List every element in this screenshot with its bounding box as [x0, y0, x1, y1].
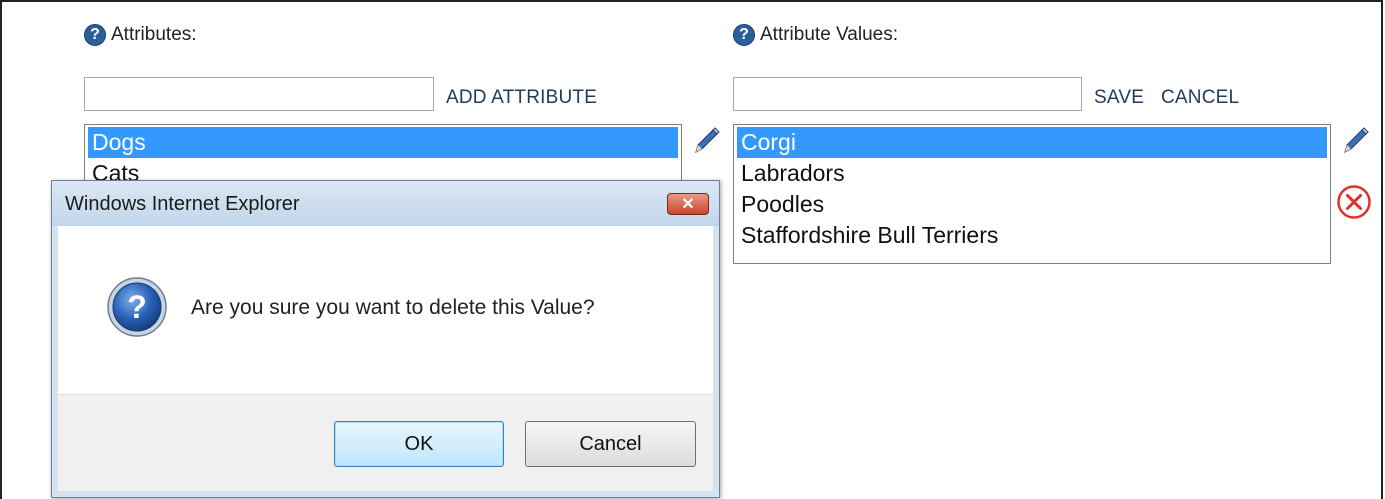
help-icon[interactable]: ?: [733, 24, 755, 46]
ok-button[interactable]: OK: [334, 421, 504, 467]
save-button[interactable]: SAVE: [1094, 87, 1144, 109]
attribute-values-header-label: Attribute Values:: [760, 24, 899, 45]
list-item[interactable]: Staffordshire Bull Terriers: [737, 220, 1327, 251]
dialog-message: Are you sure you want to delete this Val…: [191, 296, 595, 319]
delete-icon[interactable]: [1336, 184, 1372, 220]
list-item[interactable]: Dogs: [88, 127, 678, 158]
pencil-icon[interactable]: [1341, 126, 1369, 156]
close-icon[interactable]: ✕: [667, 193, 709, 215]
dialog-title: Windows Internet Explorer: [65, 193, 300, 215]
svg-text:?: ?: [127, 289, 147, 325]
question-icon: ?: [107, 277, 167, 337]
pencil-icon[interactable]: [692, 126, 720, 156]
cancel-link-button[interactable]: CANCEL: [1161, 87, 1239, 109]
confirm-dialog: Windows Internet Explorer ✕ ? Are you su…: [51, 180, 720, 498]
add-attribute-button[interactable]: ADD ATTRIBUTE: [446, 87, 597, 109]
attribute-value-input[interactable]: [733, 77, 1082, 111]
dialog-title-bar[interactable]: Windows Internet Explorer ✕: [52, 181, 719, 226]
dialog-body: ? Are you sure you want to delete this V…: [58, 226, 713, 394]
list-item[interactable]: Corgi: [737, 127, 1327, 158]
attribute-values-listbox[interactable]: Corgi Labradors Poodles Staffordshire Bu…: [733, 124, 1331, 264]
attribute-name-input[interactable]: [84, 77, 434, 111]
list-item[interactable]: Labradors: [737, 158, 1327, 189]
attributes-header: ? Attributes:: [84, 24, 197, 46]
dialog-footer: OK Cancel: [58, 394, 713, 491]
cancel-button[interactable]: Cancel: [525, 421, 696, 467]
attribute-values-header: ? Attribute Values:: [733, 24, 898, 46]
list-item[interactable]: Poodles: [737, 189, 1327, 220]
help-icon[interactable]: ?: [84, 24, 106, 46]
attributes-header-label: Attributes:: [111, 24, 197, 45]
